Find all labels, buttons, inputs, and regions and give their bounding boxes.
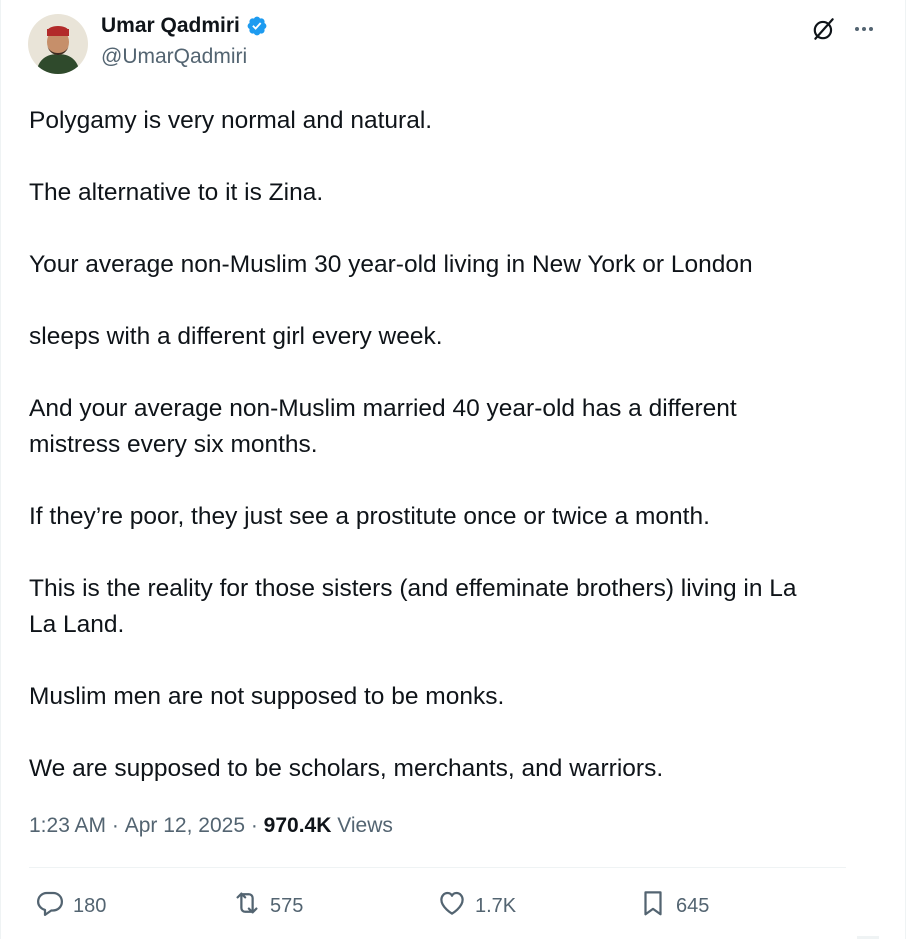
reply-button[interactable]: 180 <box>35 884 106 928</box>
post-paragraph: If they’re poor, they just see a prostit… <box>29 503 710 530</box>
heart-icon <box>437 888 467 924</box>
repost-button[interactable]: 575 <box>232 884 303 928</box>
divider <box>29 867 846 868</box>
post-paragraph: This is the reality for those sisters (a… <box>29 575 797 638</box>
views-count: 970.4K <box>263 814 332 837</box>
repost-icon <box>232 888 262 924</box>
post-metadata: 1:23 AM · Apr 12, 2025 · 970.4K Views <box>29 814 393 838</box>
repost-count: 575 <box>270 894 304 917</box>
author-handle[interactable]: @UmarQadmiri <box>101 45 247 69</box>
bookmark-count: 645 <box>676 894 710 917</box>
post-paragraph: sleeps with a different girl every week. <box>29 323 443 350</box>
reply-icon <box>35 888 65 924</box>
bookmark-icon <box>638 888 668 924</box>
post-paragraph: Your average non-Muslim 30 year-old livi… <box>29 251 753 278</box>
author-name-row[interactable]: Umar Qadmiri <box>101 14 268 38</box>
action-bar: 180 575 1.7K 645 <box>35 884 735 928</box>
views-label: Views <box>331 814 393 837</box>
avatar[interactable] <box>28 14 88 74</box>
post-card: Umar Qadmiri @UmarQadmiri Polygamy is ve… <box>0 0 906 939</box>
post-paragraph: And your average non-Muslim married 40 y… <box>29 395 737 458</box>
verified-badge-icon <box>246 15 268 37</box>
like-count: 1.7K <box>475 894 517 917</box>
post-paragraph: Muslim men are not supposed to be monks. <box>29 683 505 710</box>
post-paragraph: We are supposed to be scholars, merchant… <box>29 755 664 782</box>
post-time[interactable]: 1:23 AM <box>29 814 106 838</box>
like-button[interactable]: 1.7K <box>437 884 516 928</box>
post-text: Polygamy is very normal and natural. The… <box>29 103 869 823</box>
reply-count: 180 <box>73 894 107 917</box>
grok-icon[interactable] <box>809 14 839 44</box>
post-paragraph: The alternative to it is Zina. <box>29 179 324 206</box>
post-paragraph: Polygamy is very normal and natural. <box>29 107 433 134</box>
avatar-image <box>28 14 88 74</box>
meta-separator: · <box>106 814 125 837</box>
author-display-name[interactable]: Umar Qadmiri <box>101 14 240 38</box>
bookmark-button[interactable]: 645 <box>638 884 709 928</box>
more-options-icon[interactable] <box>849 14 879 44</box>
meta-separator: · <box>245 814 264 837</box>
post-date[interactable]: Apr 12, 2025 <box>125 814 245 838</box>
